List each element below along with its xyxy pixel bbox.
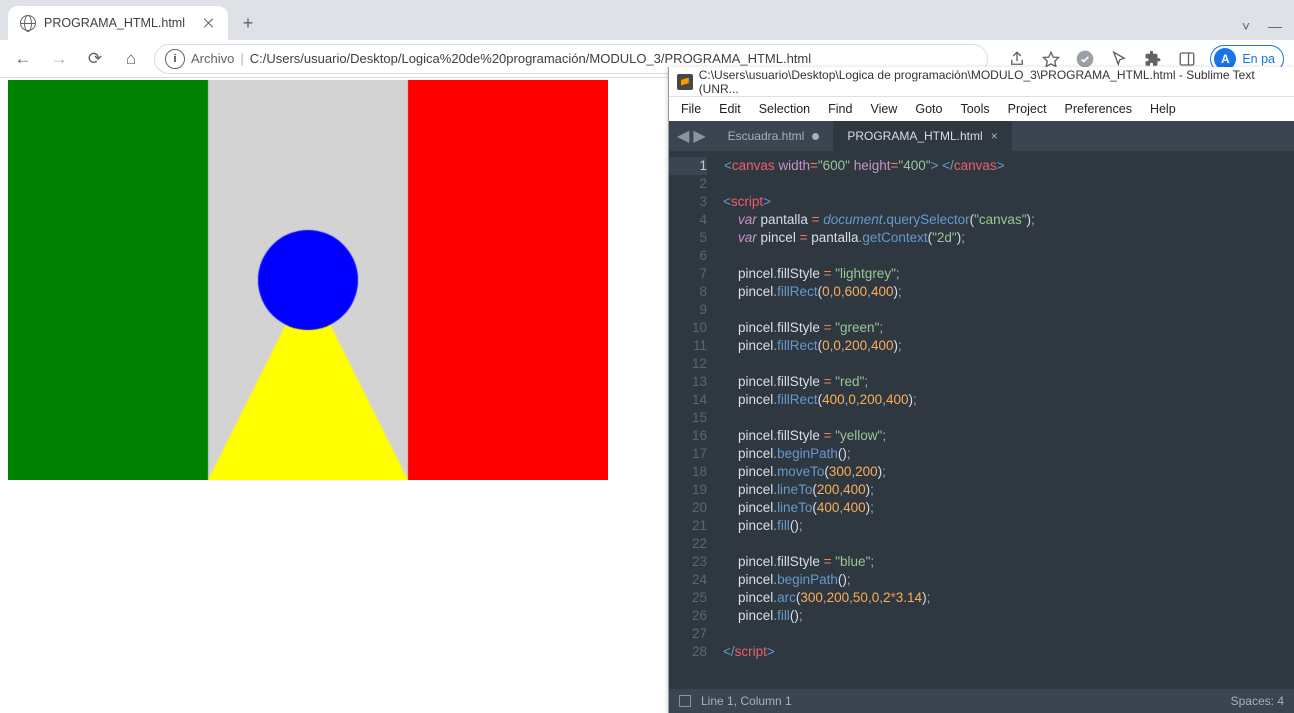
editor-tab-label: Escuadra.html (728, 129, 805, 143)
editor-tab[interactable]: Escuadra.html (714, 121, 834, 151)
close-tab-icon[interactable] (202, 16, 216, 30)
sublime-window: C:\Users\usuario\Desktop\Logica de progr… (668, 67, 1294, 713)
status-right: Spaces: 4 (1231, 694, 1284, 708)
sublime-editor[interactable]: 1234567891011121314151617181920212223242… (669, 151, 1294, 689)
profile-label: En pa (1242, 52, 1275, 66)
reload-button[interactable]: ⟳ (82, 46, 108, 72)
menu-item-goto[interactable]: Goto (907, 99, 950, 119)
window-collapse-icon[interactable]: ˅ (1242, 18, 1250, 34)
status-panel-icon[interactable] (679, 695, 691, 707)
browser-tab-active[interactable]: PROGRAMA_HTML.html (8, 6, 228, 40)
menu-item-selection[interactable]: Selection (751, 99, 818, 119)
browser-tab-title: PROGRAMA_HTML.html (44, 16, 185, 30)
line-number-gutter: 1234567891011121314151617181920212223242… (669, 151, 717, 689)
menu-item-preferences[interactable]: Preferences (1057, 99, 1140, 119)
sublime-title-text: C:\Users\usuario\Desktop\Logica de progr… (699, 68, 1286, 96)
url-scheme-label: Archivo (191, 51, 234, 66)
menu-item-find[interactable]: Find (820, 99, 860, 119)
window-minimize-icon[interactable]: — (1268, 18, 1282, 34)
back-button[interactable]: ← (10, 46, 36, 72)
forward-button[interactable]: → (46, 46, 72, 72)
url-path: C:/Users/usuario/Desktop/Logica%20de%20p… (250, 51, 811, 66)
status-left: Line 1, Column 1 (701, 694, 792, 708)
sublime-logo-icon (677, 74, 693, 90)
globe-icon (20, 15, 36, 31)
sublime-tab-bar: ◀ ▶ Escuadra.html PROGRAMA_HTML.html × (669, 121, 1294, 151)
site-info-icon[interactable]: i (165, 49, 185, 69)
sublime-title-bar[interactable]: C:\Users\usuario\Desktop\Logica de progr… (669, 67, 1294, 97)
menu-item-edit[interactable]: Edit (711, 99, 749, 119)
sublime-menu-bar: FileEditSelectionFindViewGotoToolsProjec… (669, 97, 1294, 121)
tab-nav-prev-icon[interactable]: ◀ (677, 126, 689, 146)
menu-item-tools[interactable]: Tools (952, 99, 997, 119)
page-viewport (0, 78, 668, 713)
home-button[interactable]: ⌂ (118, 46, 144, 72)
close-editor-tab-icon[interactable]: × (991, 129, 998, 143)
browser-tab-strip: PROGRAMA_HTML.html + ˅ — (0, 0, 1294, 40)
sublime-status-bar: Line 1, Column 1 Spaces: 4 (669, 689, 1294, 713)
editor-tab-label: PROGRAMA_HTML.html (847, 129, 982, 143)
menu-item-file[interactable]: File (673, 99, 709, 119)
canvas-output (8, 80, 608, 480)
new-tab-button[interactable]: + (234, 9, 262, 37)
menu-item-help[interactable]: Help (1142, 99, 1184, 119)
window-controls: ˅ — (1242, 18, 1294, 40)
menu-item-view[interactable]: View (862, 99, 905, 119)
menu-item-project[interactable]: Project (1000, 99, 1055, 119)
editor-tab[interactable]: PROGRAMA_HTML.html × (833, 121, 1011, 151)
dirty-dot-icon[interactable] (812, 133, 819, 140)
tab-nav-next-icon[interactable]: ▶ (693, 126, 705, 146)
code-area[interactable]: <canvas width="600" height="400"> </canv… (717, 151, 1294, 689)
